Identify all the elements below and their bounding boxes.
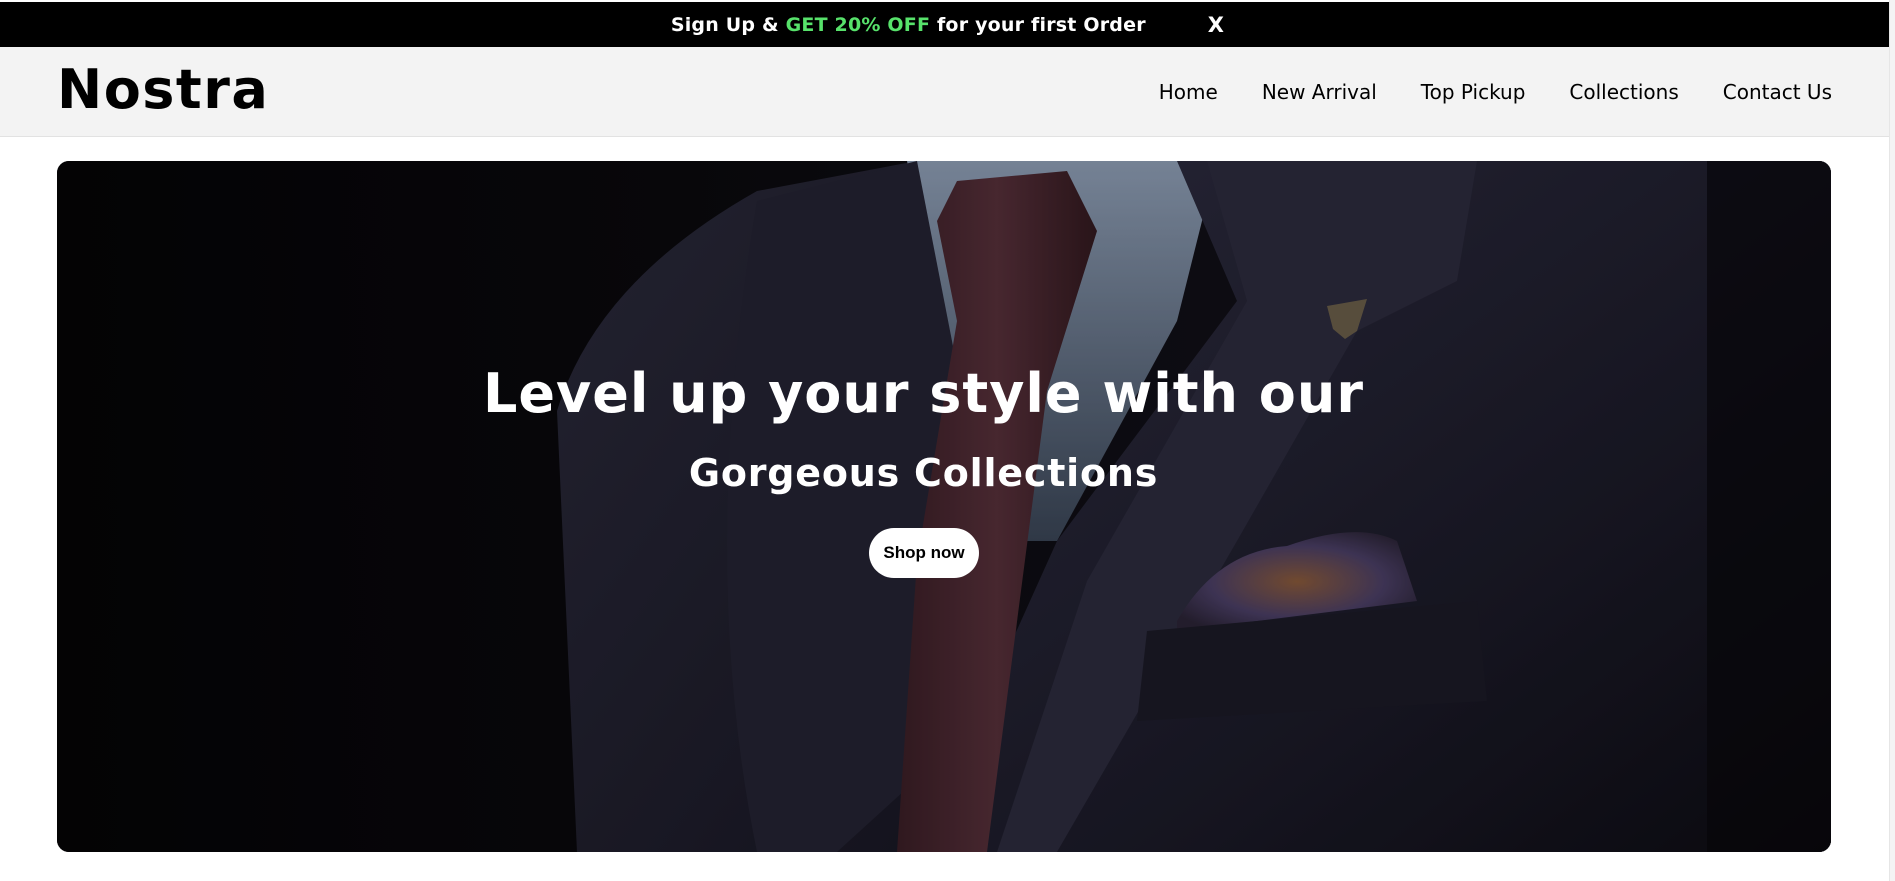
- site-header: Nostra Home New Arrival Top Pickup Colle…: [0, 47, 1895, 137]
- hero-subtitle: Gorgeous Collections: [688, 451, 1159, 495]
- hero-content: Level up your style with our Gorgeous Co…: [57, 161, 1831, 852]
- shop-now-button[interactable]: Shop now: [869, 528, 979, 578]
- page-scrollbar[interactable]: [1889, 0, 1895, 881]
- announcement-prefix: Sign Up &: [670, 13, 786, 36]
- announcement-message: Sign Up & GET 20% OFF for your first Ord…: [671, 14, 1146, 36]
- main-nav: Home New Arrival Top Pickup Collections …: [1159, 47, 1832, 137]
- announcement-suffix: for your first Order: [930, 13, 1146, 36]
- nav-contact-us[interactable]: Contact Us: [1723, 80, 1832, 104]
- announcement-discount: GET 20% OFF: [785, 13, 931, 36]
- nav-collections[interactable]: Collections: [1569, 80, 1678, 104]
- site-logo[interactable]: Nostra: [57, 57, 269, 117]
- announcement-bar: Sign Up & GET 20% OFF for your first Ord…: [0, 2, 1895, 47]
- hero-banner: Level up your style with our Gorgeous Co…: [57, 161, 1831, 852]
- close-announcement-button[interactable]: X: [1208, 13, 1224, 37]
- nav-top-pickup[interactable]: Top Pickup: [1421, 80, 1526, 104]
- hero-title: Level up your style with our: [483, 362, 1364, 425]
- nav-new-arrival[interactable]: New Arrival: [1262, 80, 1377, 104]
- nav-home[interactable]: Home: [1159, 80, 1218, 104]
